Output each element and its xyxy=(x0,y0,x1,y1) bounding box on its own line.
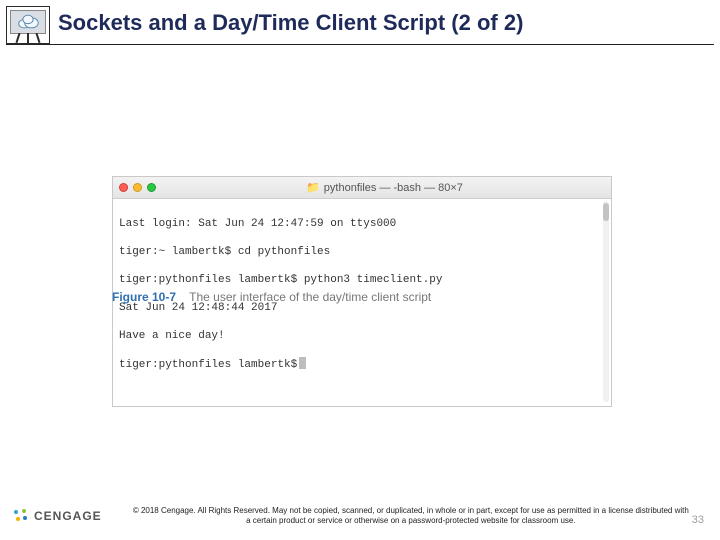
slide-title: Sockets and a Day/Time Client Script (2 … xyxy=(58,10,708,36)
terminal-line: Last login: Sat Jun 24 12:47:59 on ttys0… xyxy=(119,217,605,231)
terminal-line: tiger:pythonfiles lambertk$ xyxy=(119,357,605,372)
cursor-icon xyxy=(299,357,306,369)
terminal-line: tiger:~ lambertk$ cd pythonfiles xyxy=(119,245,605,259)
window-controls xyxy=(119,183,156,192)
cloud-easel-icon xyxy=(6,6,50,44)
figure-text: The user interface of the day/time clien… xyxy=(189,290,431,304)
scrollbar[interactable] xyxy=(603,201,609,402)
terminal-line: Have a nice day! xyxy=(119,329,605,343)
brand: CENGAGE xyxy=(12,507,102,525)
terminal-title-text: pythonfiles — -bash — 80×7 xyxy=(324,182,463,194)
zoom-icon[interactable] xyxy=(147,183,156,192)
copyright-text: © 2018 Cengage. All Rights Reserved. May… xyxy=(102,506,720,526)
title-divider xyxy=(6,44,714,45)
minimize-icon[interactable] xyxy=(133,183,142,192)
brand-text: CENGAGE xyxy=(34,509,102,523)
figure-label: Figure 10-7 xyxy=(112,290,176,304)
folder-icon: 📁 xyxy=(306,181,320,194)
page-number: 33 xyxy=(692,514,704,526)
terminal-line: tiger:pythonfiles lambertk$ python3 time… xyxy=(119,273,605,287)
cengage-mark-icon xyxy=(12,507,30,525)
terminal-titlebar: 📁 pythonfiles — -bash — 80×7 xyxy=(113,177,611,199)
footer: CENGAGE © 2018 Cengage. All Rights Reser… xyxy=(0,506,720,526)
close-icon[interactable] xyxy=(119,183,128,192)
figure-caption: Figure 10-7 The user interface of the da… xyxy=(112,290,431,304)
